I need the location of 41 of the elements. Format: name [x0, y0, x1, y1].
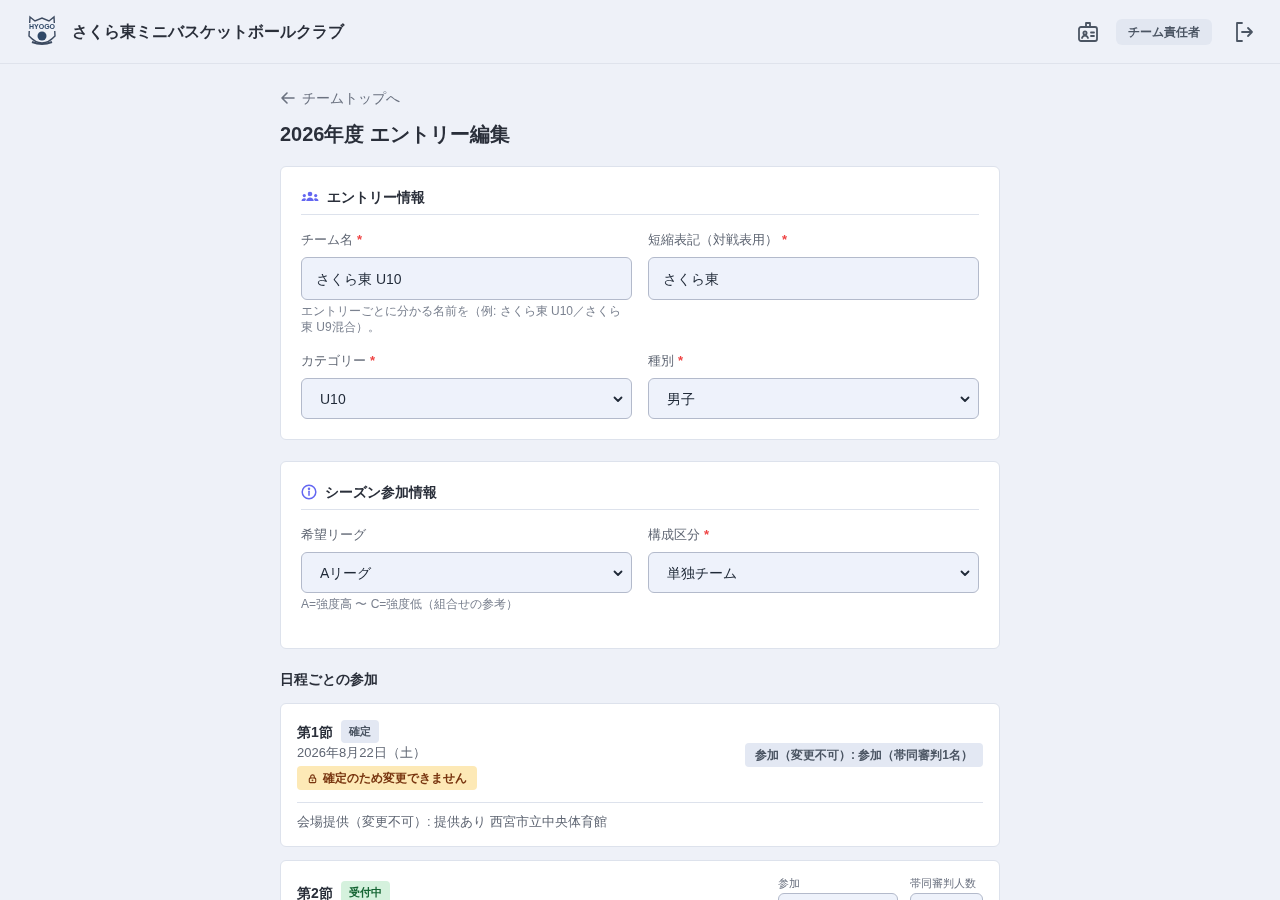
card-title: シーズン参加情報 [325, 482, 437, 502]
required-mark: * [678, 352, 684, 371]
lock-icon [307, 772, 318, 784]
field-label: 帯同審判人数 [910, 876, 976, 891]
round-name: 第2節 [297, 883, 333, 900]
role-badge: チーム責任者 [1116, 18, 1212, 45]
text-field[interactable]: さくら東 U10 [301, 257, 632, 300]
club-name: さくら東ミニバスケットボールクラブ [72, 21, 344, 42]
select-field[interactable]: Aリーグ [301, 552, 632, 593]
field-label: 構成区分 [648, 526, 700, 545]
status-badge: 確定 [340, 720, 379, 743]
id-badge-icon[interactable] [1076, 19, 1100, 44]
required-mark: * [370, 352, 376, 371]
help-text: エントリーごとに分かる名前を（例: さくら東 U10／さくら東 U9混合）。 [301, 303, 622, 335]
field-label: 参加 [778, 876, 800, 891]
lock-notice: 確定のため変更できません [297, 766, 477, 790]
back-link[interactable]: チームトップへ [280, 88, 400, 108]
round-date: 2026年8月22日（土） [297, 744, 426, 762]
venue-info: 会場提供（変更不可）: 提供あり 西宮市立中央体育館 [297, 813, 607, 831]
text-field[interactable]: さくら東 [648, 257, 979, 300]
round-name: 第1節 [297, 722, 333, 742]
select-field[interactable]: 単独チーム [648, 552, 979, 593]
participation-status: 参加（変更不可）: 参加（帯同審判1名） [745, 743, 983, 767]
required-mark: * [782, 231, 788, 250]
info-icon [301, 483, 317, 500]
required-mark: * [704, 526, 710, 545]
section-heading: 日程ごとの参加 [280, 670, 378, 689]
select-field[interactable]: U10 [301, 378, 632, 419]
group-icon [301, 189, 319, 204]
field-label: チーム名 [301, 231, 353, 250]
left-arrow-icon [280, 90, 296, 106]
field-label: 種別 [648, 352, 674, 371]
help-text: A=強度高 〜 C=強度低（組合せの参考） [301, 596, 520, 612]
field-label: カテゴリー [301, 352, 366, 371]
field-label: 希望リーグ [301, 526, 366, 545]
page-title: 2026年度 エントリー編集 [280, 122, 511, 147]
status-badge: 受付中 [340, 881, 390, 900]
card-title: エントリー情報 [327, 187, 425, 207]
required-mark: * [357, 231, 363, 250]
field-label: 短縮表記（対戦表用） [648, 231, 778, 250]
select-field[interactable]: 男子 [648, 378, 979, 419]
